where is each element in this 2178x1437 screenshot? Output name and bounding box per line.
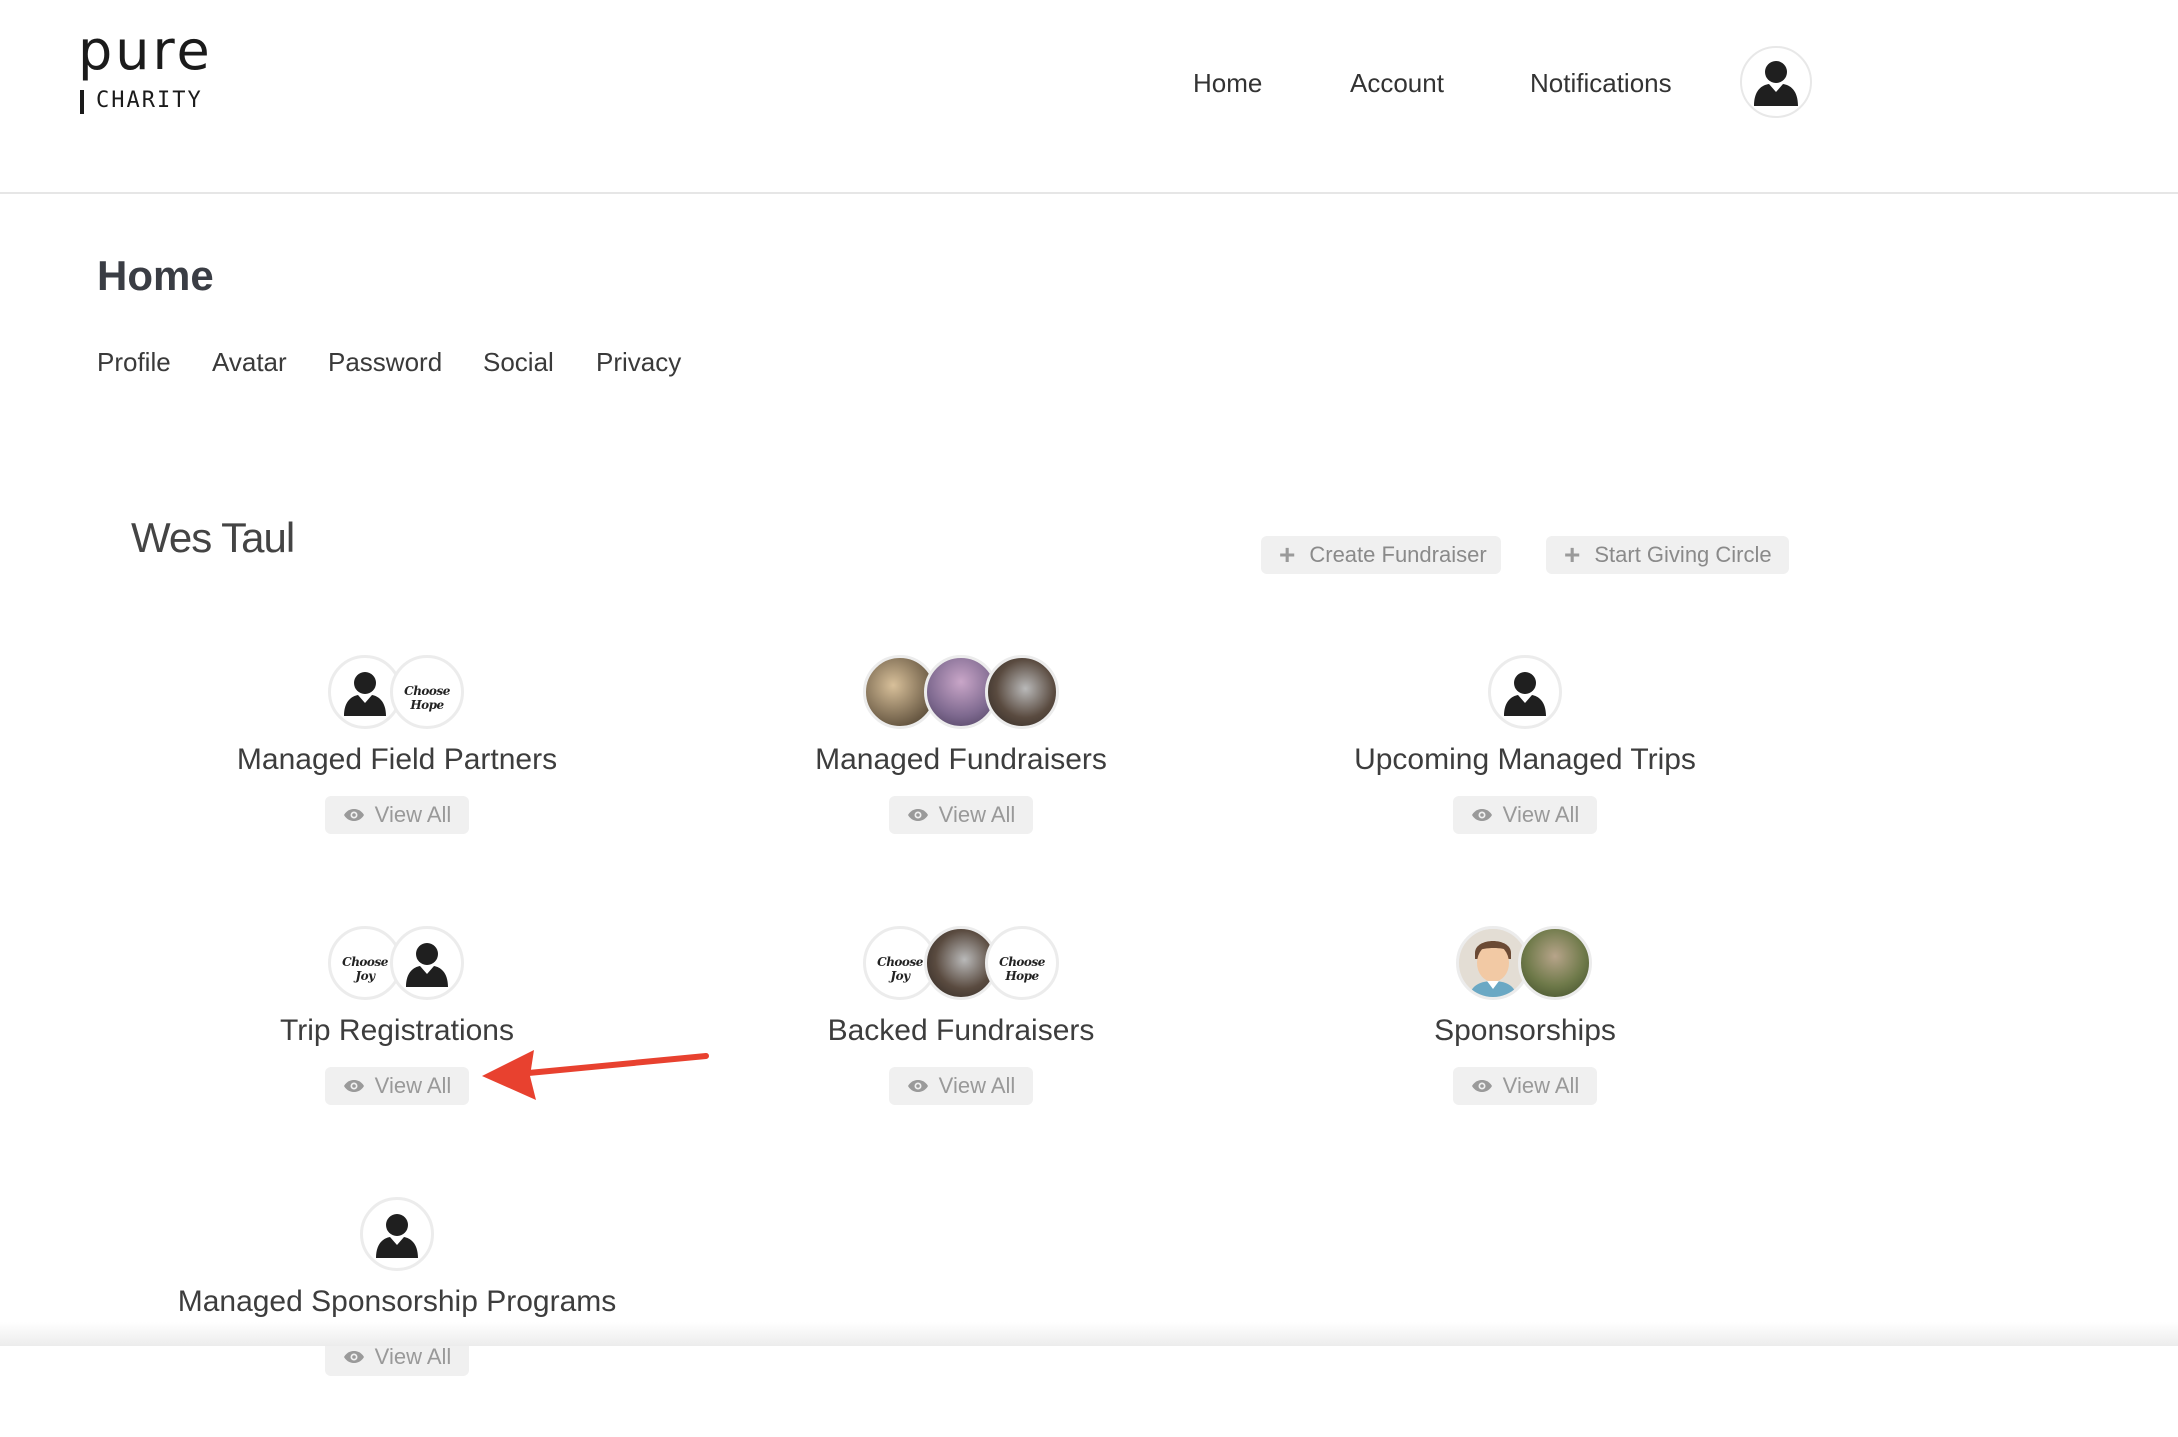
card-title: Backed Fundraisers — [827, 1014, 1095, 1047]
person-silhouette-icon — [360, 1197, 434, 1271]
person-silhouette-icon — [1754, 61, 1798, 106]
red-annotation-arrow-icon — [482, 1050, 709, 1100]
card-avatar-group — [1275, 926, 1775, 1002]
view-all-button[interactable]: View All — [1453, 1067, 1597, 1105]
sponsorships-card: Sponsorships View All — [1275, 926, 1775, 1166]
person-silhouette-icon — [390, 926, 464, 1000]
nav-account-link[interactable]: Account — [1350, 68, 1444, 99]
card-avatar-group — [147, 1197, 647, 1273]
start-giving-circle-label: Start Giving Circle — [1594, 542, 1772, 567]
logo-bar — [80, 90, 84, 114]
dog-photo-avatar — [1518, 926, 1592, 1000]
logo-wordmark-top: pure — [78, 19, 213, 82]
nav-notifications-link[interactable]: Notifications — [1530, 68, 1672, 99]
view-all-label: View All — [938, 1073, 1016, 1098]
view-all-button[interactable]: View All — [1453, 796, 1597, 834]
choose-hope-avatar: Choose Hope — [390, 655, 464, 729]
card-title: Sponsorships — [1434, 1014, 1616, 1047]
view-all-label: View All — [374, 1073, 452, 1098]
user-avatar-button[interactable] — [1740, 46, 1812, 118]
eye-icon — [907, 808, 929, 822]
card-title: Managed Sponsorship Programs — [177, 1285, 617, 1318]
subnav-avatar[interactable]: Avatar — [212, 347, 287, 378]
pure-charity-logo[interactable]: pure CHARITY — [78, 24, 228, 120]
profile-name: Wes Taul — [131, 514, 295, 561]
subnav-social[interactable]: Social — [483, 347, 554, 378]
avatar-caption: Choose Joy — [342, 955, 388, 983]
eye-icon — [907, 1079, 929, 1093]
avatar-caption: Choose Hope — [404, 684, 450, 712]
subnav-password[interactable]: Password — [328, 347, 442, 378]
create-fundraiser-button[interactable]: + Create Fundraiser — [1261, 536, 1501, 574]
card-avatar-group — [711, 655, 1211, 731]
view-all-label: View All — [1502, 1073, 1580, 1098]
avatar-caption: Choose Hope — [999, 955, 1045, 983]
page-title: Home — [97, 252, 214, 299]
view-all-label: View All — [374, 802, 452, 827]
card-avatar-group: Choose Joy Choose Hope — [711, 926, 1211, 1002]
choose-hope-avatar: Choose Hope — [985, 926, 1059, 1000]
subnav-profile[interactable]: Profile — [97, 347, 171, 378]
logo-wordmark-bottom: CHARITY — [96, 88, 203, 113]
view-all-label: View All — [1502, 802, 1580, 827]
view-all-label: View All — [374, 1344, 452, 1369]
view-all-button[interactable]: View All — [889, 796, 1033, 834]
eye-icon — [1471, 1079, 1493, 1093]
view-all-button[interactable]: View All — [325, 1067, 469, 1105]
backed-fundraisers-card: Choose Joy Choose Hope Backed Fundraiser… — [711, 926, 1211, 1166]
subnav-privacy[interactable]: Privacy — [596, 347, 681, 378]
view-all-label: View All — [938, 802, 1016, 827]
card-avatar-group: Choose Hope — [147, 655, 647, 731]
start-giving-circle-button[interactable]: + Start Giving Circle — [1546, 536, 1789, 574]
managed-fundraisers-card: Managed Fundraisers View All — [711, 655, 1211, 895]
card-title: Managed Fundraisers — [815, 743, 1107, 776]
card-title: Upcoming Managed Trips — [1354, 743, 1696, 776]
person-silhouette-icon — [1488, 655, 1562, 729]
eye-icon — [343, 808, 365, 822]
top-header: pure CHARITY Home Account Notifications — [0, 0, 2178, 194]
eye-icon — [1471, 808, 1493, 822]
face-icon — [1459, 929, 1527, 997]
upcoming-managed-trips-card: Upcoming Managed Trips View All — [1275, 655, 1775, 895]
view-all-button[interactable]: View All — [889, 1067, 1033, 1105]
card-avatar-group — [1275, 655, 1775, 731]
bottom-scroll-shadow — [0, 1322, 2178, 1346]
card-avatar-group: Choose Joy — [147, 926, 647, 1002]
view-all-button[interactable]: View All — [325, 796, 469, 834]
nav-home-link[interactable]: Home — [1193, 68, 1262, 99]
managed-field-partners-card: Choose Hope Managed Field Partners View … — [147, 655, 647, 895]
eye-icon — [343, 1079, 365, 1093]
create-fundraiser-label: Create Fundraiser — [1309, 542, 1487, 567]
managed-sponsorship-programs-card: Managed Sponsorship Programs View All — [147, 1197, 647, 1437]
plus-icon: + — [1279, 539, 1296, 570]
card-title: Managed Field Partners — [236, 743, 558, 776]
plus-icon: + — [1564, 539, 1581, 570]
eye-icon — [343, 1350, 365, 1364]
fundraiser-photo-avatar — [985, 655, 1059, 729]
